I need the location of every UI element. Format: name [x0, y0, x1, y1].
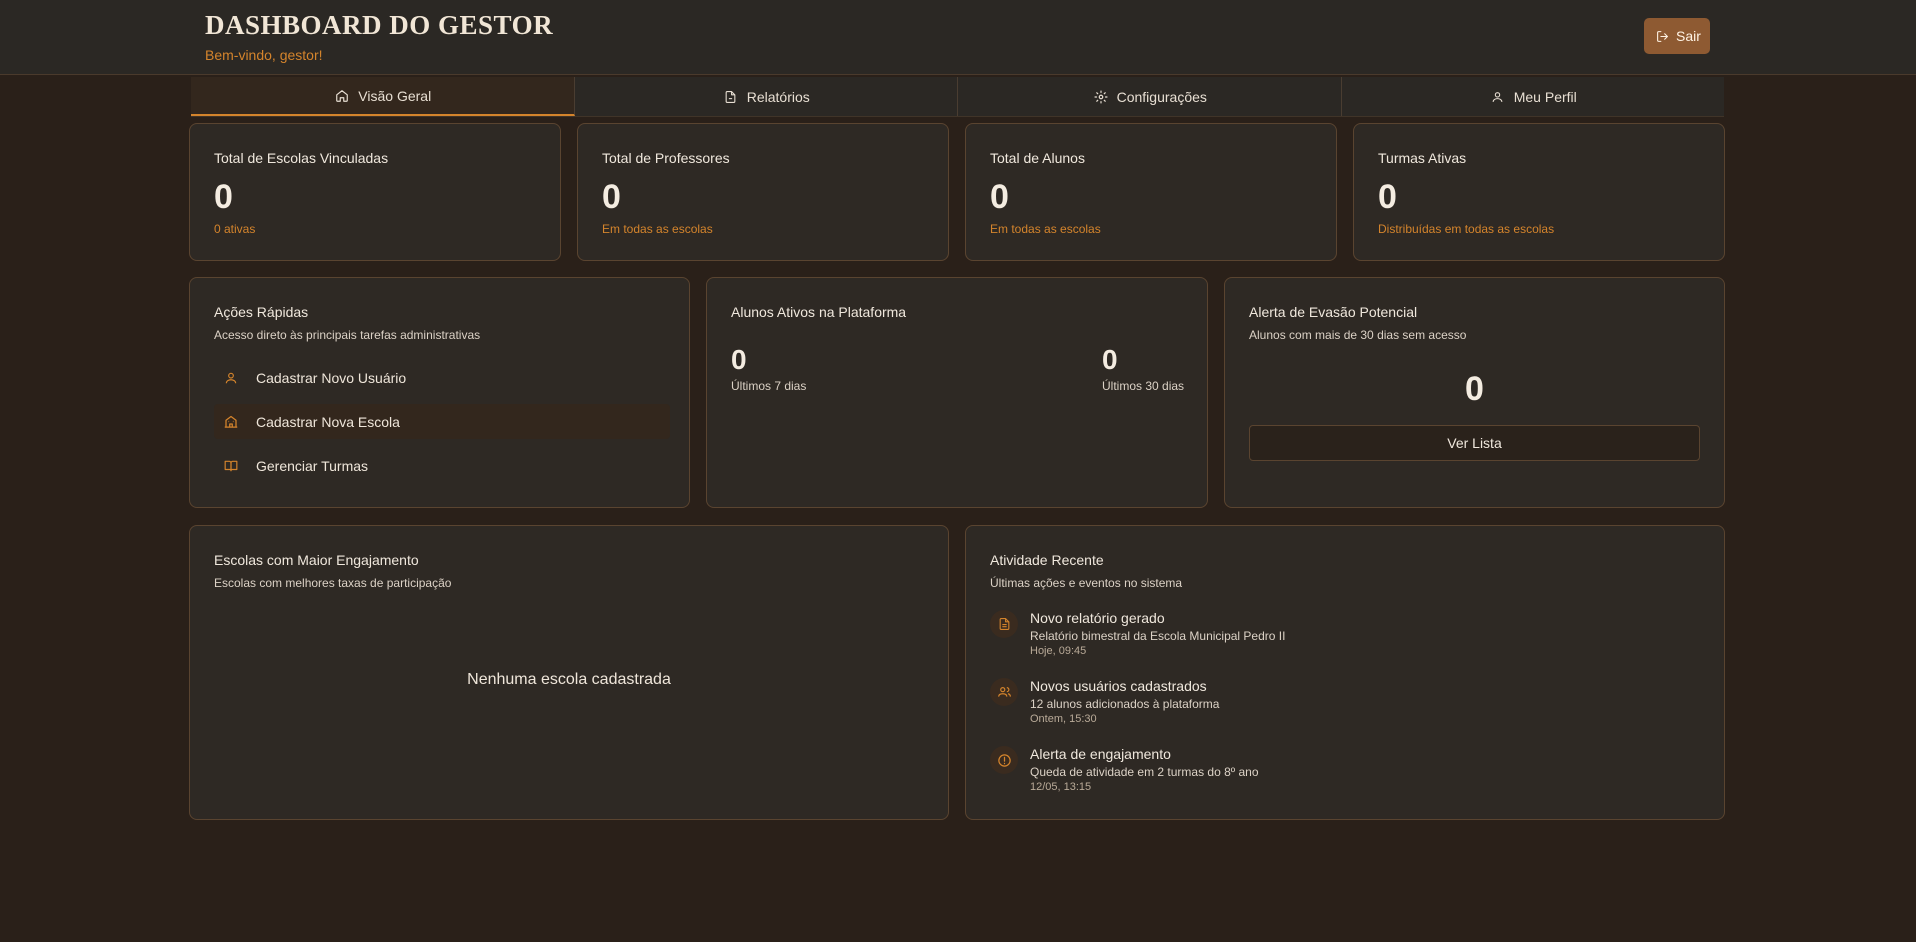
- tab-label: Relatórios: [746, 88, 810, 105]
- stat-value: 0: [990, 178, 1009, 216]
- card-description: Acesso direto às principais tarefas admi…: [214, 328, 481, 342]
- user-icon: [1489, 88, 1507, 106]
- file-icon: [722, 88, 740, 106]
- gear-icon: [1092, 88, 1110, 106]
- stat-card-professores: Total de Professores 0 Em todas as escol…: [577, 123, 949, 261]
- action-label: Cadastrar Nova Escola: [256, 413, 400, 430]
- top-bar: DASHBOARD DO GESTOR Bem-vindo, gestor! S…: [0, 0, 1916, 75]
- stat-title: Total de Professores: [602, 150, 730, 166]
- week-active-label: Últimos 7 dias: [731, 379, 807, 393]
- card-description: Alunos com mais de 30 dias sem acesso: [1249, 328, 1467, 342]
- users-icon: [990, 678, 1018, 706]
- stat-card-alunos: Total de Alunos 0 Em todas as escolas: [965, 123, 1337, 261]
- user-icon: [222, 369, 240, 387]
- stat-note: 0 ativas: [214, 222, 256, 236]
- action-label: Gerenciar Turmas: [256, 457, 369, 474]
- add-user-button[interactable]: Cadastrar Novo Usuário: [214, 360, 670, 395]
- month-active-label: Últimos 30 dias: [1102, 379, 1185, 393]
- logout-label: Sair: [1676, 28, 1701, 44]
- engagement-card: Escolas com Maior Engajamento Escolas co…: [189, 525, 949, 820]
- activity-detail: Queda de atividade em 2 turmas do 8º ano: [1030, 765, 1259, 779]
- recent-activity-card: Atividade Recente Últimas ações e evento…: [965, 525, 1725, 820]
- action-label: Cadastrar Novo Usuário: [256, 369, 407, 386]
- card-title: Alerta de Evasão Potencial: [1249, 304, 1418, 320]
- dropout-alert-card: Alerta de Evasão Potencial Alunos com ma…: [1224, 277, 1725, 508]
- activity-time: Hoje, 09:45: [1030, 645, 1087, 657]
- stat-value: 0: [602, 178, 621, 216]
- week-active-value: 0: [731, 344, 747, 375]
- card-title: Alunos Ativos na Plataforma: [731, 304, 907, 320]
- activity-title: Novos usuários cadastrados: [1030, 678, 1207, 694]
- stat-note: Distribuídas em todas as escolas: [1378, 222, 1555, 236]
- card-title: Ações Rápidas: [214, 304, 309, 320]
- tab-label: Meu Perfil: [1513, 88, 1577, 105]
- stat-note: Em todas as escolas: [602, 222, 713, 236]
- tab-label: Visão Geral: [358, 87, 432, 104]
- stat-card-escolas: Total de Escolas Vinculadas 0 0 ativas: [189, 123, 561, 261]
- welcome-text: Bem-vindo, gestor!: [205, 47, 323, 63]
- logout-icon: [1653, 27, 1671, 45]
- card-description: Escolas com melhores taxas de participaç…: [214, 576, 452, 590]
- stat-value: 0: [1378, 178, 1397, 216]
- tab-relatorios[interactable]: Relatórios: [575, 77, 958, 116]
- manage-classes-button[interactable]: Gerenciar Turmas: [214, 448, 670, 483]
- activity-title: Alerta de engajamento: [1030, 746, 1171, 762]
- school-icon: [222, 413, 240, 431]
- document-icon: [990, 610, 1018, 638]
- activity-time: Ontem, 15:30: [1030, 713, 1097, 725]
- active-students-card: Alunos Ativos na Plataforma 0 Últimos 7 …: [706, 277, 1208, 508]
- stat-card-turmas: Turmas Ativas 0 Distribuídas em todas as…: [1353, 123, 1725, 261]
- stat-note: Em todas as escolas: [990, 222, 1101, 236]
- stat-title: Total de Escolas Vinculadas: [214, 150, 389, 166]
- page-title: DASHBOARD DO GESTOR: [205, 10, 554, 40]
- add-school-button[interactable]: Cadastrar Nova Escola: [214, 404, 670, 439]
- month-active-value: 0: [1102, 344, 1118, 375]
- stat-value: 0: [214, 178, 233, 216]
- activity-detail: Relatório bimestral da Escola Municipal …: [1030, 629, 1286, 643]
- empty-state-text: Nenhuma escola cadastrada: [467, 671, 671, 688]
- stat-title: Turmas Ativas: [1378, 150, 1467, 166]
- book-icon: [222, 457, 240, 475]
- view-list-button[interactable]: Ver Lista: [1249, 425, 1700, 461]
- tab-label: Configurações: [1116, 88, 1207, 105]
- stat-title: Total de Alunos: [990, 150, 1085, 166]
- tab-meu-perfil[interactable]: Meu Perfil: [1342, 77, 1725, 116]
- activity-detail: 12 alunos adicionados à plataforma: [1030, 697, 1220, 711]
- activity-title: Novo relatório gerado: [1030, 610, 1165, 626]
- card-description: Últimas ações e eventos no sistema: [990, 576, 1183, 590]
- alert-icon: [990, 746, 1018, 774]
- tab-bar: Visão Geral Relatórios Configurações Meu…: [191, 77, 1724, 117]
- card-title: Atividade Recente: [990, 552, 1104, 568]
- card-title: Escolas com Maior Engajamento: [214, 552, 419, 568]
- logout-button[interactable]: Sair: [1644, 18, 1710, 54]
- home-icon: [333, 87, 351, 105]
- dropout-count: 0: [1465, 370, 1484, 408]
- tab-visao-geral[interactable]: Visão Geral: [191, 77, 575, 116]
- brand: DASHBOARD DO GESTOR Bem-vindo, gestor!: [205, 10, 553, 63]
- tab-configuracoes[interactable]: Configurações: [958, 77, 1342, 116]
- quick-actions-card: Ações Rápidas Acesso direto às principai…: [189, 277, 690, 508]
- activity-time: 12/05, 13:15: [1030, 781, 1092, 793]
